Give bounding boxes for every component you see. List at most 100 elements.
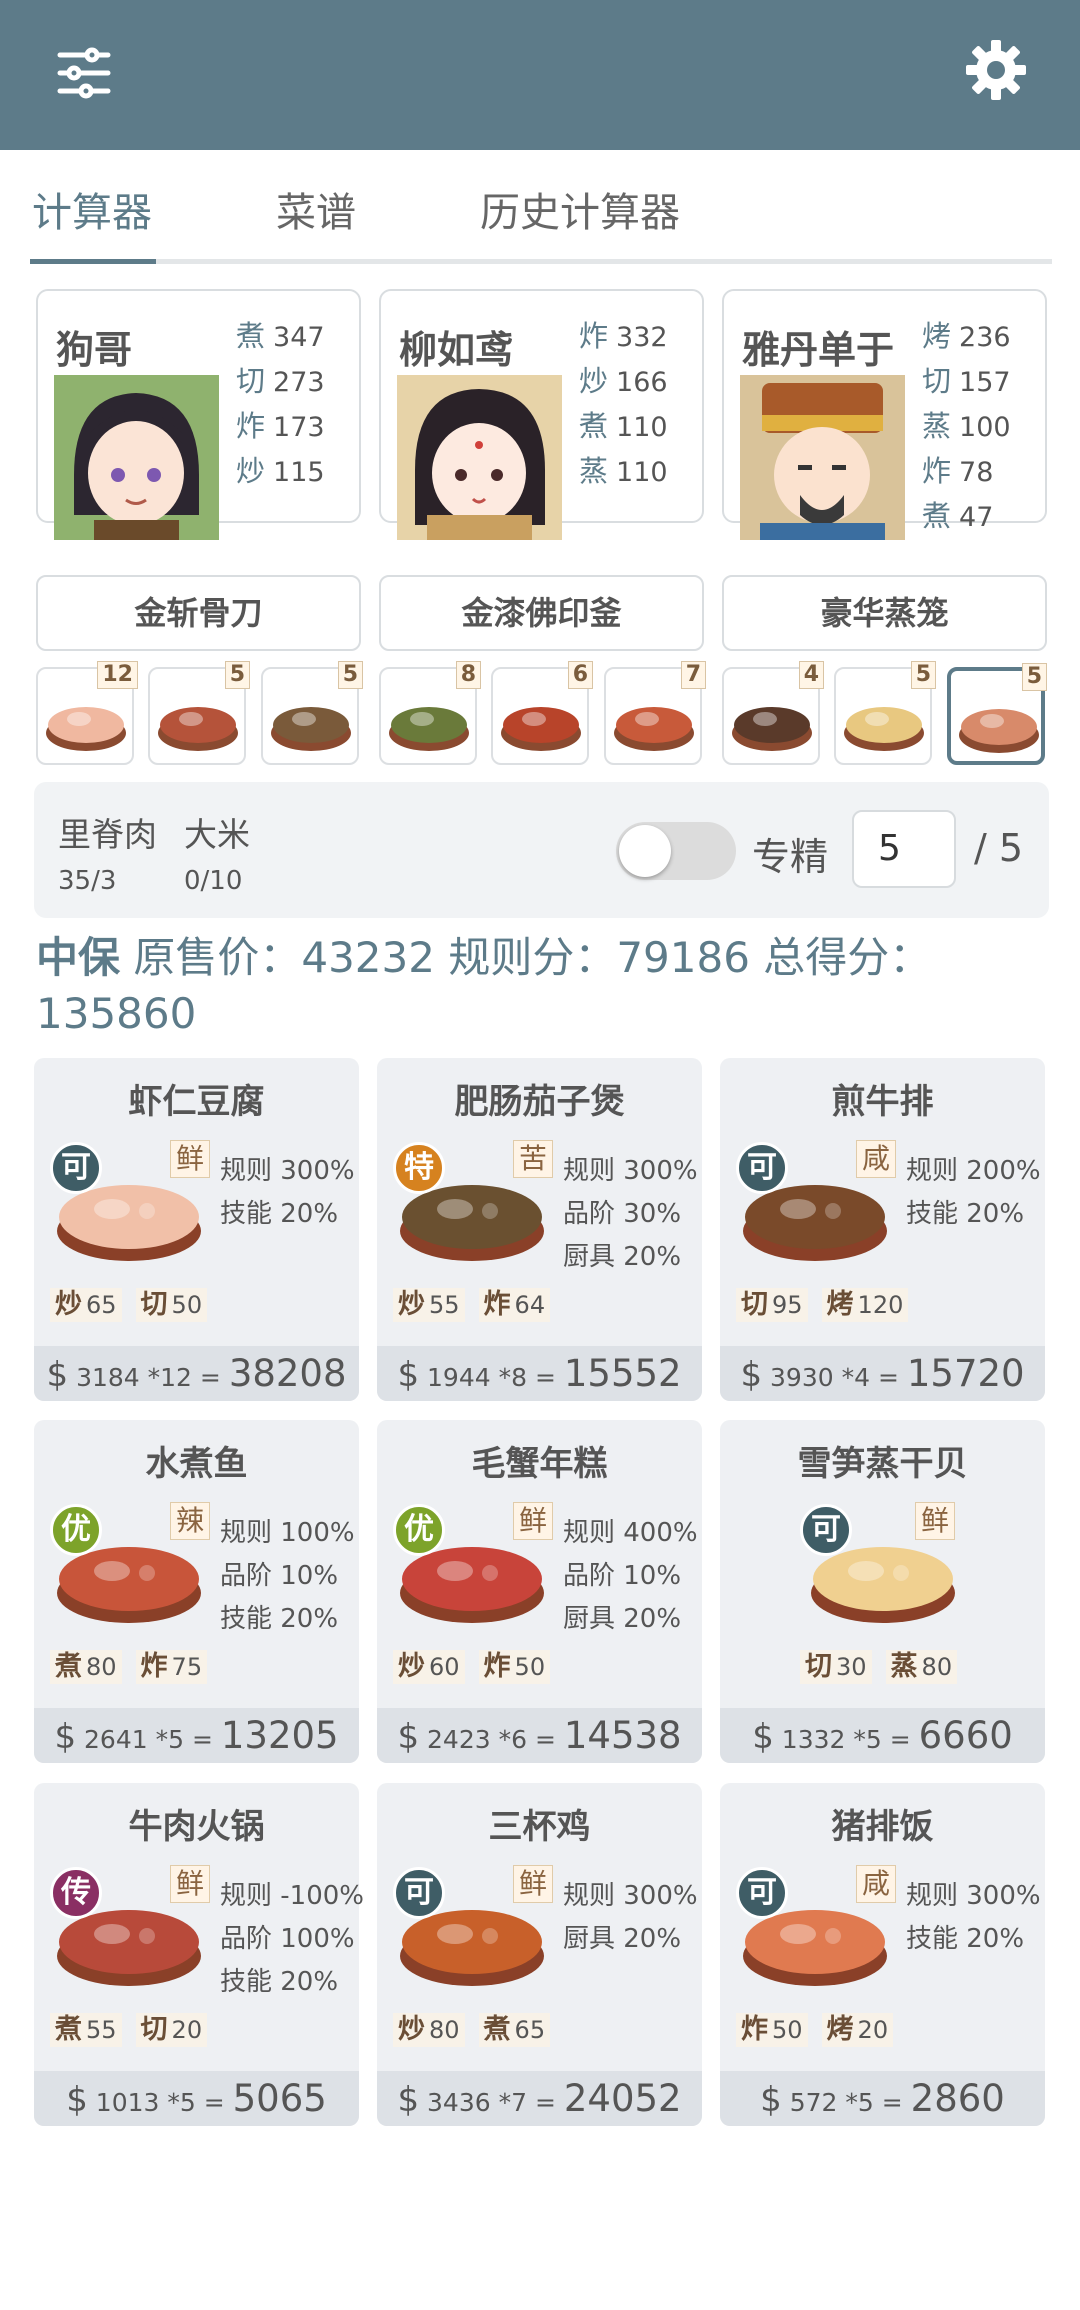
dish-rule: 规则 200% — [906, 1156, 1041, 1186]
ingredient-panel: 里脊肉 35/3 大米 0/10 专精 5 / 5 — [34, 782, 1049, 918]
dish-price: 1944 *8 — [427, 1363, 528, 1392]
gear-icon[interactable] — [964, 38, 1028, 102]
dollar-icon: $ — [752, 1717, 774, 1757]
tab-recipes[interactable]: 菜谱 — [276, 180, 356, 238]
dish-price-row: $ 1332 *5 = 6660 — [720, 1708, 1045, 1763]
dish-price-row: $ 2423 *6 = 14538 — [377, 1708, 702, 1763]
active-tab-indicator — [30, 259, 156, 264]
chef-name: 雅丹单于 — [742, 328, 895, 372]
flavor-tag: 辣 — [170, 1502, 211, 1540]
dish-thumbnail[interactable]: 7 — [604, 661, 706, 765]
dish-rules: 规则 200% 技能 20% — [906, 1150, 1041, 1236]
dish-total: 24052 — [563, 2077, 682, 2120]
dish-requirements: 炒 80 煮 65 — [393, 2013, 551, 2047]
skill-requirement: 炸 50 — [736, 2013, 808, 2047]
chef-card[interactable]: 狗哥 煮 347 切 273 炸 173 炒 115 — [36, 289, 361, 540]
grade-badge: 可 — [736, 1142, 788, 1194]
dollar-icon: $ — [397, 1355, 420, 1395]
specialty-label: 专精 — [752, 835, 829, 879]
dish-total: 15720 — [906, 1352, 1025, 1395]
skill-requirement: 炸 75 — [135, 1650, 208, 1684]
dish-requirements: 炸 50 烤 20 — [736, 2013, 894, 2047]
flavor-tag: 鲜 — [513, 1865, 554, 1903]
dish-card[interactable]: 虾仁豆腐可 鲜规则 300% 技能 20% 炒 65 切 50 $ 3184 *12 = 38… — [34, 1058, 359, 1401]
dish-rules: 规则 -100% 品阶 100% 技能 20% — [220, 1875, 364, 2004]
sliders-icon[interactable] — [54, 43, 114, 103]
flavor-tag: 鲜 — [915, 1502, 956, 1540]
grade-badge: 可 — [800, 1504, 852, 1556]
dish-rule: 技能 20% — [906, 1199, 1025, 1229]
specialty-level-input[interactable]: 5 — [852, 810, 956, 888]
dish-total: 13205 — [220, 1714, 339, 1757]
dish-price-row: $ 3930 *4 = 15720 — [720, 1346, 1045, 1401]
dish-thumbnail-image — [158, 707, 238, 751]
grade-badge: 可 — [50, 1142, 102, 1194]
dish-rule: 技能 20% — [906, 1924, 1025, 1954]
tool-button[interactable]: 金漆佛印釜 — [379, 575, 704, 651]
skill-requirement: 炸 64 — [478, 1288, 551, 1322]
tool-button[interactable]: 金斩骨刀 — [36, 575, 361, 651]
dish-name: 煎牛排 — [831, 1082, 934, 1122]
chef-skill: 切 157 — [922, 364, 1011, 398]
grade-badge: 优 — [393, 1504, 445, 1556]
chef-skill: 煮 347 — [236, 319, 325, 353]
dish-total: 38208 — [228, 1352, 347, 1395]
dish-rule: 厨具 20% — [563, 1604, 682, 1634]
skill-requirement: 煮 55 — [50, 2013, 122, 2047]
dish-price: 1332 *5 — [781, 1725, 882, 1754]
dish-thumbnail[interactable]: 6 — [491, 661, 593, 765]
chef-name: 柳如鸢 — [399, 328, 514, 372]
dish-thumbnail[interactable]: 8 — [379, 661, 481, 765]
flavor-tag: 鲜 — [513, 1502, 554, 1540]
dish-card[interactable]: 猪排饭可 咸规则 300% 技能 20% 炸 50 烤 20 $ 572 *5 = 2860 — [720, 1783, 1045, 2126]
dish-rule: 规则 300% — [906, 1881, 1041, 1911]
dish-thumbnail[interactable]: 5 — [834, 661, 936, 765]
chef-skill: 炸 332 — [579, 319, 668, 353]
skill-requirement: 蒸 80 — [885, 1650, 958, 1684]
dollar-icon: $ — [397, 1717, 420, 1757]
tool-button[interactable]: 豪华蒸笼 — [722, 575, 1047, 651]
dish-thumbnail[interactable]: 4 — [722, 661, 824, 765]
dish-rule: 厨具 20% — [563, 1242, 682, 1272]
dish-price-row: $ 3184 *12 = 38208 — [34, 1346, 359, 1401]
chef-skill: 蒸 110 — [579, 454, 668, 488]
dish-price: 3184 *12 — [76, 1363, 192, 1392]
dollar-icon: $ — [46, 1355, 69, 1395]
dish-requirements: 切 30 蒸 80 — [800, 1650, 958, 1684]
tab-calculator[interactable]: 计算器 — [32, 180, 152, 238]
grade-badge: 可 — [393, 1867, 445, 1919]
dish-count-badge: 5 — [337, 661, 363, 689]
skill-requirement: 烤 120 — [821, 1288, 909, 1322]
dollar-icon: $ — [397, 2080, 420, 2120]
flavor-tag: 鲜 — [170, 1140, 211, 1178]
dish-total: 15552 — [563, 1352, 682, 1395]
chef-portrait — [54, 375, 219, 540]
dish-rule: 品阶 10% — [220, 1561, 339, 1591]
specialty-toggle[interactable] — [616, 822, 736, 880]
dish-card[interactable]: 水煮鱼优 辣规则 100% 品阶 10% 技能 20% 煮 80 炸 75 $ 2641 *5 … — [34, 1420, 359, 1763]
dish-card[interactable]: 三杯鸡可 鲜规则 300% 厨具 20% 炒 80 煮 65 $ 3436 *7 = 2405… — [377, 1783, 702, 2126]
dollar-icon: $ — [66, 2080, 88, 2120]
chef-card[interactable]: 柳如鸢 炸 332 炒 166 煮 110 蒸 110 — [379, 289, 704, 540]
tab-history-calculator[interactable]: 历史计算器 — [480, 180, 680, 238]
dish-thumbnail[interactable]: 5 — [261, 661, 363, 765]
dish-card[interactable]: 毛蟹年糕优 鲜规则 400% 品阶 10% 厨具 20% 炒 60 炸 50 $ 2423 *6… — [377, 1420, 702, 1763]
chef-card[interactable]: 雅丹单于 烤 236 切 157 蒸 100 炸 78 煮 47 — [722, 289, 1047, 540]
grade-badge: 传 — [50, 1867, 102, 1919]
dish-card[interactable]: 肥肠茄子煲特 苦规则 300% 品阶 30% 厨具 20% 炒 55 炸 64 $ 1944 *… — [377, 1058, 702, 1401]
ingredient-item: 里脊肉 35/3 — [58, 815, 157, 896]
skill-requirement: 烤 20 — [821, 2013, 894, 2047]
skill-requirement: 炒 60 — [393, 1650, 465, 1684]
dish-thumbnail[interactable]: 5 — [947, 663, 1047, 765]
chef-portrait — [740, 375, 905, 540]
dish-thumbnail[interactable]: 5 — [148, 661, 250, 765]
dish-card[interactable]: 煎牛排可 咸规则 200% 技能 20% 切 95 烤 120 $ 3930 *4 = 157… — [720, 1058, 1045, 1401]
dish-card[interactable]: 雪笋蒸干贝可 鲜切 30 蒸 80 $ 1332 *5 = 6660 — [720, 1420, 1045, 1763]
dish-card[interactable]: 牛肉火锅传 鲜规则 -100% 品阶 100% 技能 20% 煮 55 切 20 $ 1013 … — [34, 1783, 364, 2126]
score-summary: 中保 原售价：43232 规则分：79186 总得分：135860 — [36, 933, 932, 1038]
dish-name: 虾仁豆腐 — [128, 1082, 265, 1122]
dish-thumbnail[interactable]: 12 — [36, 661, 138, 765]
dish-requirements: 煮 55 切 20 — [50, 2013, 208, 2047]
skill-requirement: 炒 55 — [393, 1288, 465, 1322]
dish-requirements: 切 95 烤 120 — [736, 1288, 909, 1322]
